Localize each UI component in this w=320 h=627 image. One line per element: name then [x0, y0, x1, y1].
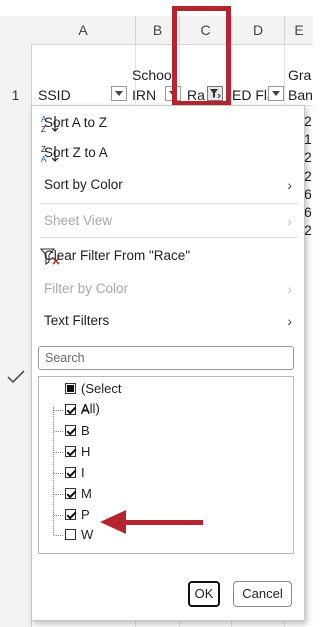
tree-connector	[54, 535, 63, 536]
chevron-right-icon: ›	[287, 281, 292, 297]
tree-connector	[54, 473, 63, 474]
list-item-label: H	[81, 444, 91, 459]
cell-value[interactable]: 2	[304, 149, 312, 165]
header-cell-school-line2[interactable]: IRN	[132, 87, 156, 103]
tree-connector	[54, 452, 63, 453]
dropdown-arrow-icon	[115, 91, 123, 96]
tree-connector	[54, 494, 63, 495]
chevron-right-icon: ›	[287, 213, 292, 229]
checkbox-p[interactable]	[65, 509, 76, 520]
list-item-label: P	[81, 507, 90, 522]
tree-connector	[54, 431, 63, 432]
checkbox-select-all[interactable]	[65, 383, 76, 394]
menu-item-label: Sort Z to A	[44, 145, 108, 160]
column-header-d[interactable]: D	[232, 16, 285, 44]
menu-item-label: Filter by Color	[44, 281, 129, 296]
menu-item-label: Text Filters	[44, 313, 110, 328]
highlight-box-annotation	[172, 6, 231, 106]
cancel-button[interactable]: Cancel	[233, 581, 292, 607]
tree-connector	[54, 515, 63, 516]
filter-button-a[interactable]	[111, 86, 127, 101]
header-cell-school-line1: Schoo	[132, 67, 172, 83]
chevron-right-icon: ›	[287, 313, 292, 329]
filter-value-list: (Select All) A B H I M P W	[38, 376, 294, 554]
search-input[interactable]: Search	[38, 346, 294, 370]
row-number-column	[0, 44, 32, 627]
menu-item-sort-a-to-z[interactable]: A Z Sort A to Z	[32, 111, 302, 135]
menu-separator	[40, 203, 298, 204]
header-cell-ssid[interactable]: SSID	[38, 87, 71, 103]
menu-item-text-filters[interactable]: Text Filters ›	[32, 309, 302, 333]
checkbox-w[interactable]	[65, 529, 76, 540]
chevron-right-icon: ›	[287, 177, 292, 193]
checkbox-i[interactable]	[65, 467, 76, 478]
list-item-label: A	[81, 402, 90, 417]
tree-connector	[54, 410, 63, 411]
checkbox-m[interactable]	[65, 488, 76, 499]
column-header-e[interactable]: E	[285, 16, 313, 44]
checkbox-b[interactable]	[65, 425, 76, 436]
filter-dropdown-menu: A Z Sort A to Z Z A Sort Z to A Sort by …	[31, 105, 305, 621]
row-number-1[interactable]: 1	[0, 87, 31, 103]
cell-value[interactable]: 2	[304, 113, 312, 129]
list-item-label: W	[81, 527, 94, 542]
dropdown-arrow-icon	[272, 91, 280, 96]
filter-button-d[interactable]	[268, 86, 284, 101]
menu-item-sheet-view[interactable]: Sheet View ›	[32, 209, 302, 233]
cell-value[interactable]: 1	[304, 131, 312, 147]
header-cell-grade-line1: Gra	[288, 67, 312, 83]
menu-item-label: Sort by Color	[44, 177, 123, 192]
menu-item-filter-by-color[interactable]: Filter by Color ›	[32, 277, 302, 301]
column-header-a[interactable]: A	[31, 16, 136, 44]
checkbox-a[interactable]	[65, 404, 76, 415]
row-check-icon	[7, 370, 25, 384]
checkbox-h[interactable]	[65, 446, 76, 457]
cell-value[interactable]: 6	[304, 186, 312, 202]
list-item-label: B	[81, 423, 90, 438]
list-item-label: M	[81, 486, 92, 501]
annotation-arrow-head	[100, 510, 126, 534]
menu-item-label: Sheet View	[44, 213, 113, 228]
ok-button[interactable]: OK	[188, 581, 220, 607]
menu-item-label: Sort A to Z	[44, 115, 108, 130]
cell-value[interactable]: 6	[304, 204, 312, 220]
annotation-arrow-shaft	[123, 520, 203, 525]
cell-value[interactable]: 2	[304, 222, 312, 238]
header-cell-grade-line2[interactable]: Ban	[288, 87, 313, 103]
cell-value[interactable]: 2	[304, 168, 312, 184]
menu-separator	[40, 237, 298, 238]
list-item-label: I	[81, 465, 85, 480]
menu-item-label: Clear Filter From "Race"	[44, 248, 191, 263]
menu-item-sort-by-color[interactable]: Sort by Color ›	[32, 173, 302, 197]
menu-item-sort-z-to-a[interactable]: Z A Sort Z to A	[32, 141, 302, 165]
menu-item-clear-filter[interactable]: Clear Filter From "Race"	[32, 244, 302, 268]
